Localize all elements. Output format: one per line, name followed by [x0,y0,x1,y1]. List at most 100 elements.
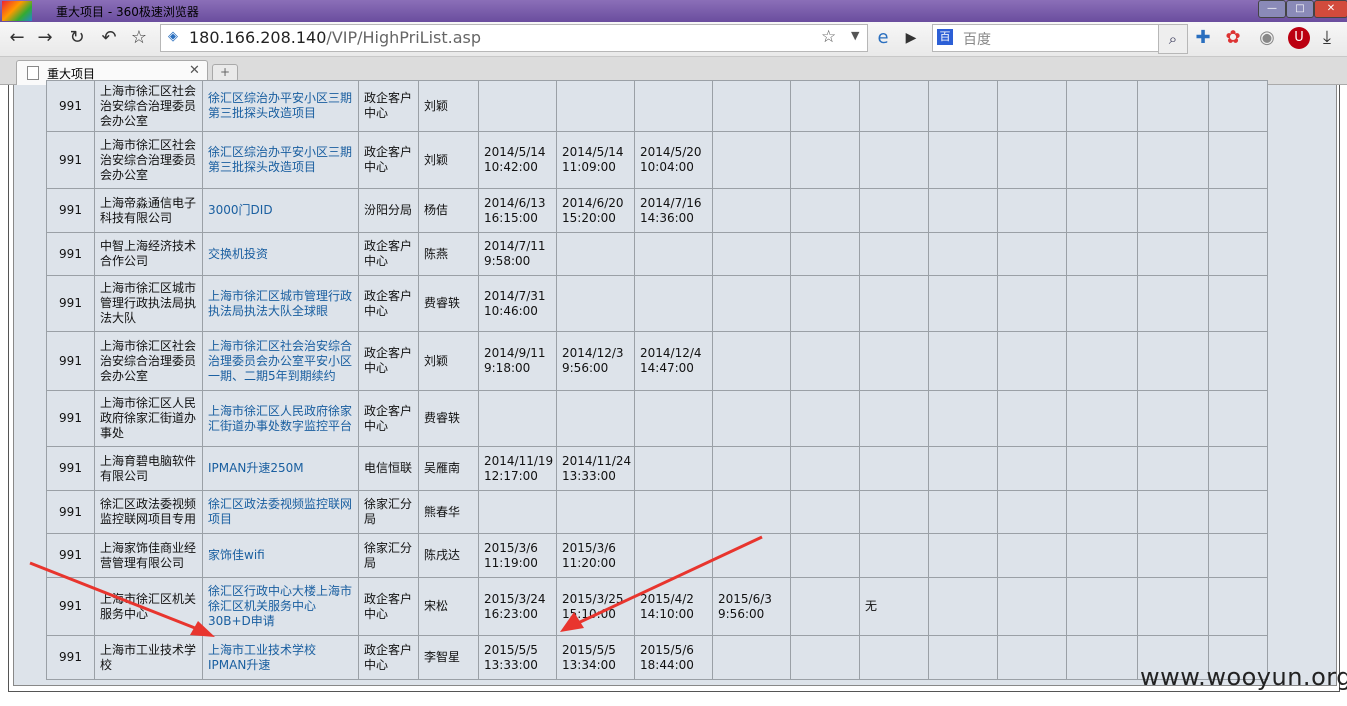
col14-cell [1066,533,1138,578]
clover-icon[interactable]: ✿ [1222,27,1244,49]
back-icon[interactable]: ← [6,27,28,49]
table-row: 991 中智上海经济技术合作公司 交换机投资 政企客户中心 陈燕 2014/7/11 9:… [46,232,1268,276]
dept-cell: 徐家汇分局 [358,490,419,534]
date1-cell: 2014/6/13 16:15:00 [478,188,557,233]
col13-cell [997,635,1067,680]
col14-cell [1066,232,1138,276]
date1-cell: 2014/7/11 9:58:00 [478,232,557,276]
undo-icon[interactable]: ↶ [98,27,120,49]
col10-cell [790,188,860,233]
project-link[interactable]: 徐汇区政法委视频监控联网项目 [202,490,359,534]
dept-cell: 政企客户中心 [358,635,419,680]
id-cell: 991 [46,331,95,391]
project-link[interactable]: 徐汇区综治办平安小区三期第三批探头改造项目 [202,131,359,189]
org-cell: 上海市工业技术学校 [94,635,203,680]
address-dropdown-icon[interactable]: ▼ [851,29,859,42]
table-row: 991 上海市徐汇区社会治安综合治理委员会办公室 徐汇区综治办平安小区三期第三批探头… [46,131,1268,189]
org-cell: 上海市徐汇区机关服务中心 [94,577,203,636]
id-cell: 991 [46,232,95,276]
col15-cell [1137,80,1209,132]
date3-cell [634,275,713,332]
project-link[interactable]: 上海市徐汇区城市管理行政执法局执法大队全球眼 [202,275,359,332]
dept-cell: 政企客户中心 [358,331,419,391]
col10-cell [790,577,860,636]
date3-cell [634,80,713,132]
date2-cell [556,232,635,276]
table-row: 991 上海育碧电脑软件有限公司 IPMAN升速250M 电信恒联 吴雁南 2014/11… [46,446,1268,491]
extensions-icon[interactable]: ✚ [1192,27,1214,49]
bookmark-star-icon[interactable]: ☆ [821,27,836,47]
dept-cell: 徐家汇分局 [358,533,419,578]
address-bar[interactable]: ◈ 180.166.208.140/VIP/HighPriList.asp ☆ … [160,24,868,52]
id-cell: 991 [46,80,95,132]
close-window-button[interactable]: ✕ [1314,0,1347,18]
col12-cell [928,390,998,447]
col13-cell [997,188,1067,233]
date2-cell: 2015/3/6 11:20:00 [556,533,635,578]
col16-cell [1208,446,1268,491]
col14-cell [1066,446,1138,491]
project-link[interactable]: 上海市工业技术学校IPMAN升速 [202,635,359,680]
search-icon[interactable]: ⌕ [1158,24,1188,54]
col14-cell [1066,188,1138,233]
project-link[interactable]: 交换机投资 [202,232,359,276]
project-link[interactable]: 徐汇区行政中心大楼上海市徐汇区机关服务中心30B+D申请 [202,577,359,636]
remark-cell [859,331,929,391]
address-text[interactable]: 180.166.208.140/VIP/HighPriList.asp [189,28,481,47]
date3-cell [634,490,713,534]
col16-cell [1208,331,1268,391]
org-cell: 中智上海经济技术合作公司 [94,232,203,276]
search-box[interactable]: 百 百度 [932,24,1160,52]
tab-close-icon[interactable]: ✕ [189,63,200,78]
col13-cell [997,131,1067,189]
baidu-logo-icon: 百 [937,29,953,45]
person-cell: 刘颖 [418,131,479,189]
globe-icon[interactable]: ◉ [1256,27,1278,49]
col15-cell [1137,131,1209,189]
col15-cell [1137,577,1209,636]
col12-cell [928,577,998,636]
date2-cell: 2014/5/14 11:09:00 [556,131,635,189]
date1-cell: 2014/9/11 9:18:00 [478,331,557,391]
id-cell: 991 [46,188,95,233]
col16-cell [1208,577,1268,636]
col15-cell [1137,490,1209,534]
project-link[interactable]: IPMAN升速250M [202,446,359,491]
col16-cell [1208,275,1268,332]
download-icon[interactable]: ⤓ [1316,27,1338,49]
col10-cell [790,390,860,447]
date3-cell [634,390,713,447]
remark-cell [859,80,929,132]
forward-icon[interactable]: → [34,27,56,49]
user-badge-icon[interactable]: U [1288,27,1310,49]
date4-cell [712,232,791,276]
project-link[interactable]: 上海市徐汇区社会治安综合治理委员会办公室平安小区一期、二期5年到期续约 [202,331,359,391]
col16-cell [1208,232,1268,276]
col12-cell [928,275,998,332]
project-link[interactable]: 徐汇区综治办平安小区三期第三批探头改造项目 [202,80,359,132]
table-row: 991 上海家饰佳商业经营管理有限公司 家饰佳wifi 徐家汇分局 陈戌达 2015/3/… [46,533,1268,578]
project-link[interactable]: 家饰佳wifi [202,533,359,578]
col12-cell [928,131,998,189]
col13-cell [997,390,1067,447]
col12-cell [928,232,998,276]
date1-cell [478,390,557,447]
ie-mode-icon[interactable]: e [872,27,894,49]
favorite-star-icon[interactable]: ☆ [128,27,150,49]
col16-cell [1208,533,1268,578]
date3-cell: 2014/12/4 14:47:00 [634,331,713,391]
col15-cell [1137,390,1209,447]
project-link[interactable]: 上海市徐汇区人民政府徐家汇街道办事处数字监控平台 [202,390,359,447]
remark-cell [859,131,929,189]
id-cell: 991 [46,131,95,189]
minimize-button[interactable]: — [1258,0,1286,18]
col12-cell [928,635,998,680]
maximize-button[interactable]: □ [1286,0,1314,18]
reload-icon[interactable]: ↻ [66,27,88,49]
col10-cell [790,232,860,276]
project-link[interactable]: 3000门DID [202,188,359,233]
watermark: www.wooyun.org [1140,663,1347,691]
date1-cell: 2015/5/5 13:33:00 [478,635,557,680]
date1-cell: 2014/11/19 12:17:00 [478,446,557,491]
go-icon[interactable]: ▶ [900,27,922,49]
